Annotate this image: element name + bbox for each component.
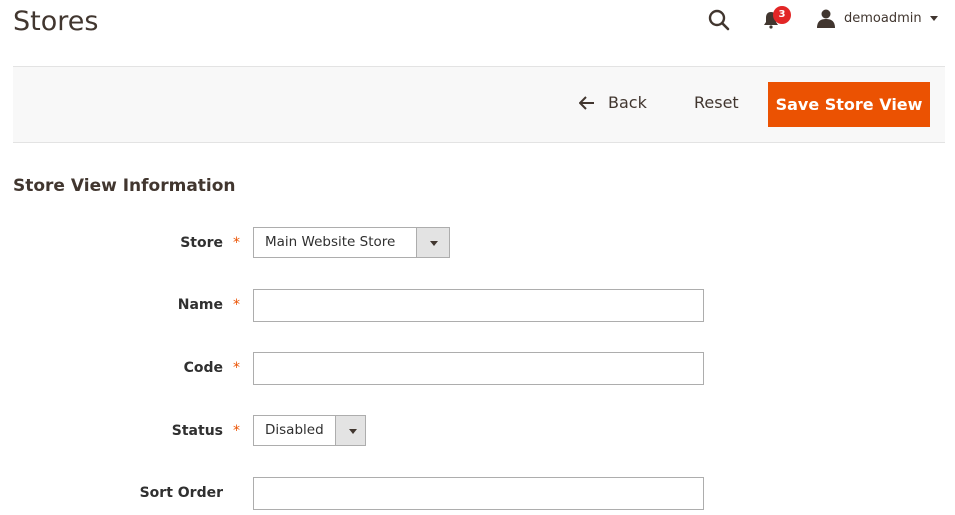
- back-button[interactable]: Back: [579, 93, 647, 112]
- user-menu[interactable]: demoadmin: [816, 7, 938, 29]
- field-label-store: Store: [180, 235, 223, 251]
- status-select[interactable]: Disabled: [253, 415, 366, 446]
- required-marker: *: [233, 235, 240, 251]
- notification-count-badge: 3: [773, 6, 791, 24]
- arrow-left-icon: [579, 95, 594, 110]
- store-select-value: Main Website Store: [265, 234, 396, 250]
- required-marker: *: [233, 297, 240, 313]
- name-input[interactable]: [253, 289, 704, 322]
- dropdown-arrow-icon: [416, 228, 449, 257]
- save-store-view-button[interactable]: Save Store View: [768, 82, 930, 127]
- caret-down-icon: [929, 15, 938, 21]
- user-name: demoadmin: [844, 10, 922, 26]
- search-icon[interactable]: [707, 8, 731, 32]
- dropdown-arrow-icon: [334, 416, 365, 445]
- field-label-sort-order: Sort Order: [139, 485, 223, 501]
- back-label: Back: [608, 93, 647, 112]
- field-label-status: Status: [171, 423, 223, 439]
- form-row-name: Name *: [0, 289, 955, 322]
- required-marker: *: [233, 423, 240, 439]
- required-marker: *: [233, 360, 240, 376]
- form-row-status: Status * Disabled: [0, 415, 955, 447]
- page-actions-bar: Back Reset Save Store View: [13, 66, 945, 143]
- form-row-store: Store * Main Website Store: [0, 227, 955, 259]
- code-input[interactable]: [253, 352, 704, 385]
- field-label-name: Name: [177, 297, 223, 313]
- form-row-sort-order: Sort Order: [0, 477, 955, 510]
- user-icon: [817, 9, 835, 28]
- field-label-code: Code: [183, 360, 223, 376]
- page-title: Stores: [13, 6, 99, 37]
- section-title: Store View Information: [13, 176, 236, 196]
- form-row-code: Code *: [0, 352, 955, 385]
- status-select-value: Disabled: [265, 422, 324, 438]
- store-select[interactable]: Main Website Store: [253, 227, 450, 258]
- reset-button[interactable]: Reset: [694, 93, 739, 112]
- sort-order-input[interactable]: [253, 477, 704, 510]
